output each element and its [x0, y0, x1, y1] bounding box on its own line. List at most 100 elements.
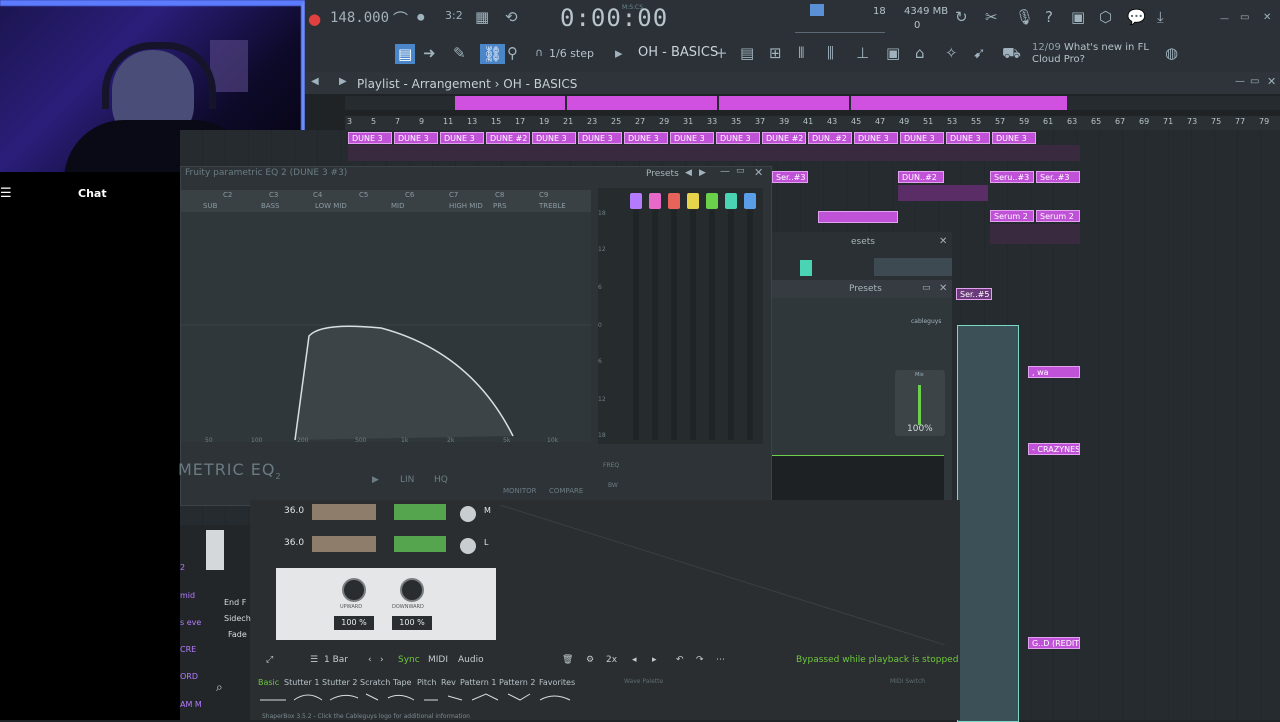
- minimize-icon[interactable]: —: [1220, 14, 1229, 24]
- band-slider[interactable]: [747, 210, 753, 440]
- tab-tape[interactable]: Tape: [393, 678, 411, 687]
- eq-close-icon[interactable]: ✕: [754, 166, 763, 179]
- hq-button[interactable]: HQ: [434, 475, 448, 485]
- cableguys-maximize-icon[interactable]: ▭: [922, 283, 931, 293]
- tab-pitch[interactable]: Pitch: [417, 678, 436, 687]
- side-item[interactable]: CRE: [180, 645, 196, 654]
- pattern-selector[interactable]: OH - BASICS: [638, 45, 718, 60]
- piano-roll-icon[interactable]: ⊞: [769, 44, 782, 62]
- clip[interactable]: DUNE 3: [440, 132, 484, 144]
- eq-presets-button[interactable]: Presets: [646, 169, 679, 179]
- playlist-close-icon[interactable]: ✕: [1267, 75, 1276, 88]
- tab-favorites[interactable]: Favorites: [539, 678, 575, 687]
- tab-pattern-1[interactable]: Pattern 1: [460, 678, 496, 687]
- band-slider-handle[interactable]: [725, 193, 737, 209]
- multiplier-button[interactable]: 2x: [606, 655, 617, 665]
- side-item[interactable]: s eve: [180, 618, 201, 627]
- step-edit-icon[interactable]: ▦: [475, 8, 489, 26]
- compare-button[interactable]: COMPARE: [549, 487, 583, 495]
- band-row[interactable]: 36.0 L: [276, 534, 498, 556]
- band-knob[interactable]: [458, 504, 478, 524]
- clip[interactable]: DUNE 3: [394, 132, 438, 144]
- clip[interactable]: - CRAZYNESS: [1028, 443, 1080, 455]
- globe-icon[interactable]: ◍: [1165, 44, 1178, 62]
- countdown-icon[interactable]: 3:2: [445, 9, 463, 22]
- link-icon[interactable]: ⛓: [480, 44, 506, 64]
- tools-icon[interactable]: ✧: [945, 44, 958, 62]
- expand-icon[interactable]: ⤢: [266, 655, 273, 665]
- prev-length-icon[interactable]: ‹: [368, 655, 372, 665]
- download-icon[interactable]: ⤓: [1157, 8, 1164, 26]
- chat-menu-icon[interactable]: ☰: [0, 186, 12, 201]
- band-level-bar[interactable]: [394, 536, 446, 552]
- clip[interactable]: DUN..#2: [898, 171, 944, 183]
- plugin2-close-icon[interactable]: ✕: [939, 236, 947, 247]
- length-selector[interactable]: 1 Bar: [324, 655, 348, 665]
- play-pattern-icon[interactable]: ▸: [615, 44, 623, 62]
- search-icon[interactable]: ⌕: [216, 680, 223, 695]
- prev-preset-icon[interactable]: ◀: [685, 168, 692, 178]
- band-slider-handle[interactable]: [630, 193, 642, 209]
- eq-response-graph[interactable]: [181, 212, 591, 442]
- chat-icon[interactable]: 💬: [1127, 8, 1146, 26]
- clip[interactable]: DUNE 3: [854, 132, 898, 144]
- tab-stutter-1[interactable]: Stutter 1: [284, 678, 319, 687]
- side-item[interactable]: mid: [180, 591, 195, 600]
- downward-knob[interactable]: [400, 578, 424, 602]
- clip[interactable]: Ser..#3: [772, 171, 808, 183]
- playlist-overview[interactable]: [345, 96, 1280, 110]
- band-slider[interactable]: [633, 210, 639, 440]
- clip[interactable]: [818, 211, 898, 223]
- band-slider[interactable]: [728, 210, 734, 440]
- clip[interactable]: Serum 2: [990, 210, 1034, 222]
- band-level-bar[interactable]: [394, 504, 446, 520]
- loop-record-icon[interactable]: ⟲: [505, 8, 518, 26]
- band-row[interactable]: 36.0 M: [276, 502, 498, 524]
- save-icon[interactable]: ▣: [1071, 8, 1085, 26]
- close-app-icon[interactable]: ✕: [1263, 12, 1271, 23]
- settings-icon[interactable]: ⚙: [586, 655, 594, 665]
- time-display[interactable]: 0:00:00: [560, 4, 668, 32]
- band-slider-handle[interactable]: [687, 193, 699, 209]
- midi-button[interactable]: MIDI: [428, 655, 448, 665]
- arrow-icon[interactable]: ➜: [423, 44, 436, 62]
- clip[interactable]: Serum 2: [1036, 210, 1080, 222]
- band-slider[interactable]: [709, 210, 715, 440]
- clip[interactable]: DUNE 3: [348, 132, 392, 144]
- band-knob[interactable]: [458, 536, 478, 556]
- lin-button[interactable]: LIN: [400, 475, 414, 485]
- band-range-bar[interactable]: [312, 536, 376, 552]
- stamp-icon[interactable]: ⚲: [507, 44, 518, 62]
- hierarchy-icon[interactable]: ⊥: [856, 44, 869, 62]
- snap-selector[interactable]: 1/6 step: [549, 47, 594, 60]
- downward-value[interactable]: 100 %: [392, 616, 432, 630]
- redo-icon[interactable]: ↷: [696, 655, 704, 665]
- render-icon[interactable]: ⬡: [1099, 8, 1112, 26]
- plugin2-presets[interactable]: esets: [851, 237, 875, 247]
- channel-rack-icon[interactable]: ⦀: [798, 44, 805, 62]
- playlist-window-icon[interactable]: ▤: [740, 44, 754, 62]
- cableguys-presets[interactable]: Presets: [849, 284, 882, 294]
- clip[interactable]: DUNE 3: [578, 132, 622, 144]
- band-slider-handle[interactable]: [668, 193, 680, 209]
- playlist-options-icon[interactable]: ◀: [311, 76, 319, 87]
- band-range-bar[interactable]: [312, 504, 376, 520]
- help-icon[interactable]: ?: [1045, 8, 1053, 26]
- playlist-arrow-icon[interactable]: ▶: [339, 76, 347, 87]
- wait-icon[interactable]: ⏺: [417, 8, 425, 26]
- band-slider-handle[interactable]: [649, 193, 661, 209]
- band-slider-handle[interactable]: [744, 193, 756, 209]
- side-item[interactable]: ORD: [180, 672, 198, 681]
- clip[interactable]: DUNE 3: [532, 132, 576, 144]
- scissors-icon[interactable]: ✂: [985, 8, 998, 26]
- sync-button[interactable]: Sync: [398, 655, 420, 665]
- next-length-icon[interactable]: ›: [380, 655, 384, 665]
- playlist-maximize-icon[interactable]: ▭: [1250, 76, 1259, 87]
- tab-scratch[interactable]: Scratch: [360, 678, 390, 687]
- prev-icon[interactable]: ◂: [632, 655, 637, 665]
- clip[interactable]: DUNE 3: [716, 132, 760, 144]
- clip[interactable]: , wa: [1028, 366, 1080, 378]
- band-slider-handle[interactable]: [706, 193, 718, 209]
- next-icon[interactable]: ▸: [652, 655, 657, 665]
- refresh-icon[interactable]: ↻: [955, 8, 968, 26]
